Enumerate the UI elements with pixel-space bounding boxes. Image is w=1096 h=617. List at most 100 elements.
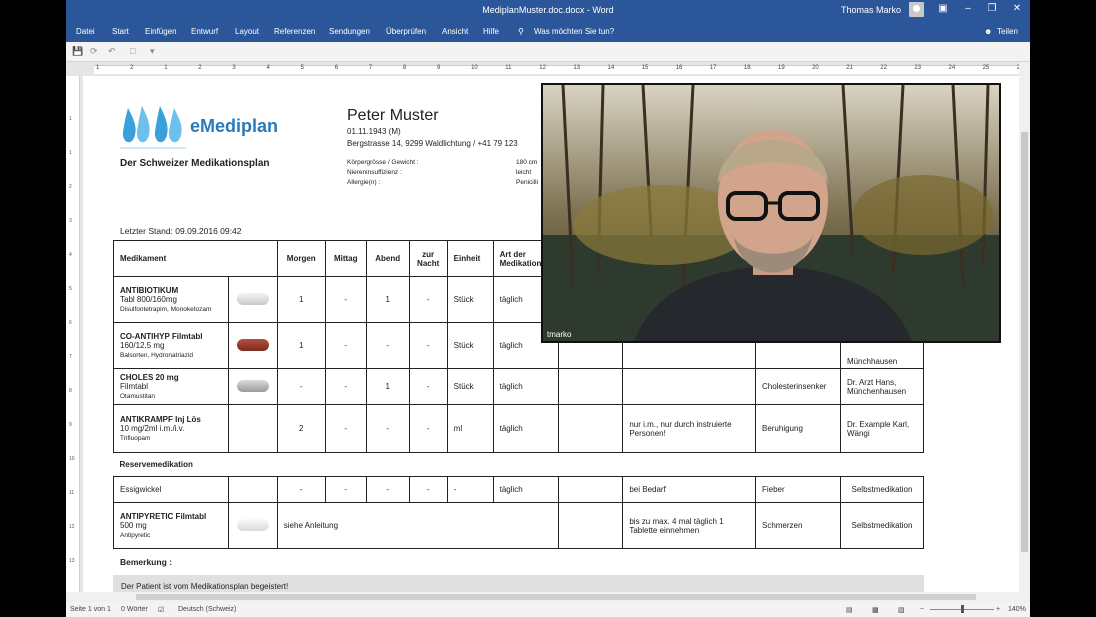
participant-video-feed: [543, 85, 999, 341]
brand-name: eMediplan: [190, 116, 279, 136]
dose-morgen: 2: [276, 404, 326, 453]
reason: Cholesterinsenker: [754, 368, 841, 405]
horizontal-ruler[interactable]: 1 2 1 2 3 4 5 6 7 8 9 10 11 12 13 14 15 16 17 18 19 20 21 22 23 2…: [66, 62, 1030, 76]
dose-mittag: -: [324, 322, 367, 369]
tab-sendungen[interactable]: Sendungen: [329, 27, 370, 36]
dose-abend: 1: [365, 368, 410, 405]
dose-morgen: 1: [276, 276, 326, 323]
ruler-tick: 3: [232, 65, 236, 71]
restore-button[interactable]: ❐: [985, 3, 999, 14]
zoom-out-icon[interactable]: −: [920, 606, 924, 613]
label-allergy: Allergie(n) :: [347, 179, 381, 186]
label-renal: Niereninsuffizienz :: [347, 169, 402, 176]
med-name-cell: CHOLES 20 mg Filmtabl Otamustitan: [113, 368, 229, 405]
tab-referenzen[interactable]: Referenzen: [274, 27, 315, 36]
share-button[interactable]: Teilen: [997, 27, 1018, 36]
table-row[interactable]: ANTIKRAMPF Inj Lös 10 mg/2ml i.m./i.v. Tri…: [113, 404, 925, 453]
read-mode-icon[interactable]: ▤: [846, 606, 853, 614]
ruler-tick: 12: [539, 65, 546, 71]
med-name: CO-ANTIHYP Filmtabl: [120, 332, 203, 341]
pill-cell: [227, 368, 278, 405]
ruler-tick: 11: [505, 65, 512, 71]
user-name[interactable]: Thomas Marko: [841, 5, 901, 15]
ruler-tick: 17: [709, 65, 717, 71]
undo-icon[interactable]: ↶: [108, 46, 116, 57]
ruler-tick: 15: [641, 65, 649, 71]
pill-cell: [227, 276, 278, 323]
customize-qat-icon[interactable]: ▾: [150, 46, 155, 57]
unit: Stück: [446, 368, 494, 405]
value-height-weight: 180 cm: [516, 159, 538, 166]
autosave-icon[interactable]: ⟳: [90, 46, 98, 57]
scroll-thumb[interactable]: [136, 594, 976, 600]
tab-einfuegen[interactable]: Einfügen: [145, 27, 177, 36]
unit: -: [446, 476, 494, 503]
tab-layout[interactable]: Layout: [235, 27, 259, 36]
table-row[interactable]: Essigwickel - - - - - täglich bei Bedarf…: [113, 476, 925, 503]
ruler-tick: 8: [402, 65, 407, 71]
zoom-slider-thumb[interactable]: [961, 605, 964, 613]
ruler-tick: 25: [982, 65, 990, 71]
print-layout-icon[interactable]: ▩: [872, 606, 879, 614]
avatar[interactable]: [909, 2, 924, 17]
table-row[interactable]: ANTIPYRETIC Filmtabl 500 mg Antipyretic si…: [113, 502, 925, 549]
ruler-tick: 2: [198, 65, 202, 71]
med-dose: 10 mg/2ml i.m./i.v.: [120, 424, 185, 433]
proofing-icon[interactable]: ☑: [158, 606, 164, 614]
title-bar: MediplanMuster.doc.docx - Word Thomas Ma…: [66, 0, 1030, 21]
zoom-in-icon[interactable]: +: [996, 606, 1000, 613]
prescriber: Dr. Example Karl, Wängi: [839, 404, 925, 453]
tab-ueberpruefen[interactable]: Überprüfen: [386, 27, 426, 36]
save-icon[interactable]: 💾: [72, 46, 83, 57]
cell-blank: [557, 476, 624, 503]
reserve-section-row: Reservemedikation: [113, 452, 924, 477]
word-count[interactable]: 0 Wörter: [121, 606, 148, 613]
close-button[interactable]: ✕: [1010, 3, 1024, 14]
language[interactable]: Deutsch (Schweiz): [178, 606, 236, 613]
ribbon-tabs: Datei Start Einfügen Entwurf Layout Refe…: [66, 21, 1030, 42]
tab-datei[interactable]: Datei: [76, 27, 95, 36]
ruler-tick: 18: [743, 65, 751, 71]
video-call-overlay[interactable]: tmarko: [541, 83, 1001, 343]
header-abend: Abend: [365, 240, 410, 277]
med-dose: 500 mg: [120, 521, 147, 530]
web-layout-icon[interactable]: ▧: [898, 606, 905, 614]
patient-dob: 01.11.1943 (M): [347, 127, 401, 136]
vruler-tick: 10: [69, 456, 75, 462]
horizontal-scrollbar[interactable]: [66, 592, 1030, 602]
pill-image: [236, 518, 269, 531]
tab-start[interactable]: Start: [112, 27, 129, 36]
pill-image: [236, 338, 269, 351]
vertical-ruler[interactable]: 11234567891011121314: [66, 76, 80, 598]
table-row[interactable]: CHOLES 20 mg Filmtabl Otamustitan - - 1 - …: [113, 368, 925, 405]
tab-ansicht[interactable]: Ansicht: [442, 27, 468, 36]
dose-nacht: -: [408, 276, 448, 323]
note: [622, 368, 756, 405]
minimize-button[interactable]: –: [961, 3, 975, 14]
dose-abend: -: [365, 404, 410, 453]
dose-nacht: -: [408, 476, 448, 503]
vertical-scrollbar[interactable]: [1019, 62, 1030, 592]
tab-hilfe[interactable]: Hilfe: [483, 27, 499, 36]
cell-blank: [557, 368, 624, 405]
new-document-icon[interactable]: □: [130, 46, 135, 56]
med-name-cell: ANTIBIOTIKUM Tabl 800/160mg Disulfontetrap…: [113, 276, 229, 323]
dose-morgen: -: [276, 476, 326, 503]
dose-abend: -: [365, 476, 410, 503]
ruler-tick: 22: [880, 65, 887, 71]
dose-mittag: -: [324, 368, 367, 405]
tab-entwurf[interactable]: Entwurf: [191, 27, 218, 36]
ribbon-display-options-icon[interactable]: ▣: [936, 3, 950, 14]
ruler-tick: 7: [368, 65, 373, 71]
frequency: täglich: [492, 404, 559, 453]
dose-abend: -: [365, 322, 410, 369]
zoom-level[interactable]: 140%: [1008, 606, 1026, 613]
med-dose: Tabl 800/160mg: [120, 295, 177, 304]
ruler-tick: 9: [437, 65, 441, 71]
patient-address: Bergstrasse 14, 9299 Waldlichtung / +41 …: [347, 139, 518, 148]
scroll-thumb[interactable]: [1021, 132, 1028, 552]
header-einheit: Einheit: [446, 240, 494, 277]
ruler-tick: 21: [846, 65, 853, 71]
page-count[interactable]: Seite 1 von 1: [70, 606, 111, 613]
tell-me-search[interactable]: Was möchten Sie tun?: [534, 27, 614, 36]
